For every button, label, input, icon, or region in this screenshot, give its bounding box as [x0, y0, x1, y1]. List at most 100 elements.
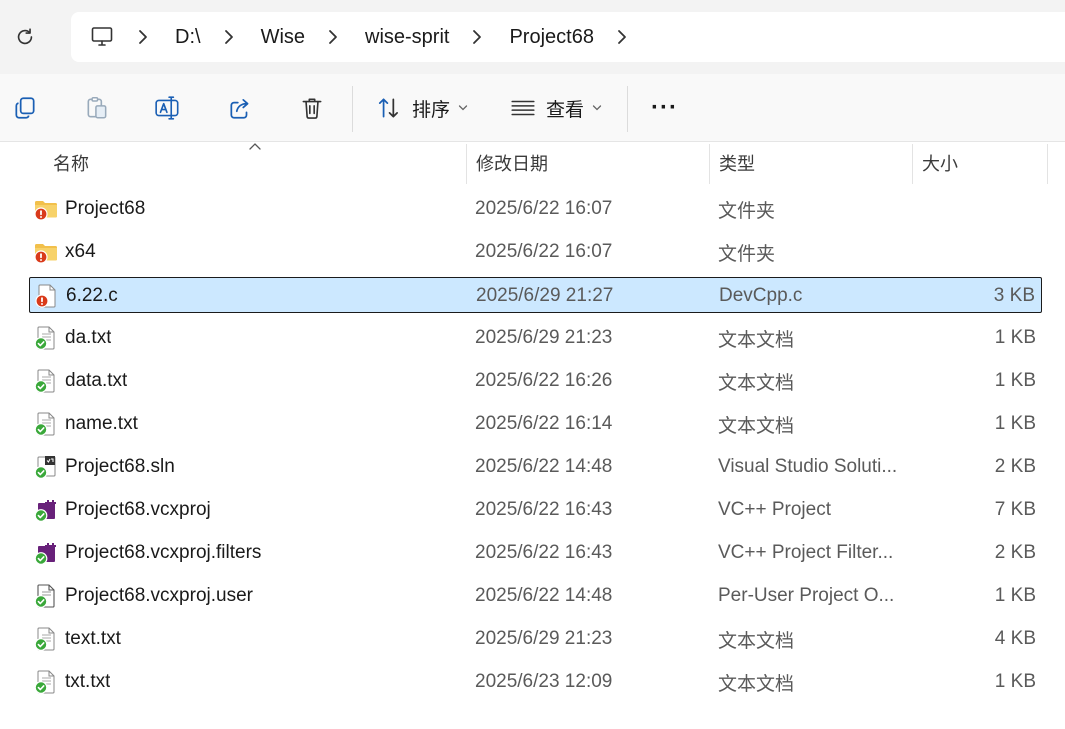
delete-button[interactable] — [299, 92, 325, 124]
file-modified-date: 2025/6/22 14:48 — [475, 456, 613, 477]
breadcrumb[interactable]: D:\ Wise wise-sprit Project68 — [71, 12, 1065, 62]
refresh-icon — [17, 28, 33, 45]
column-header-modified[interactable]: 修改日期 — [476, 142, 548, 184]
file-size: 2 KB — [994, 542, 1036, 563]
file-row[interactable]: name.txt 2025/6/22 16:14 文本文档 1 KB — [29, 406, 1042, 442]
folder-warning-icon — [33, 191, 59, 227]
file-name: Project68.vcxproj — [65, 499, 211, 520]
file-name: x64 — [65, 241, 96, 262]
file-size: 2 KB — [994, 456, 1036, 477]
file-size: 1 KB — [994, 327, 1036, 348]
column-divider[interactable] — [1047, 144, 1048, 184]
toolbar-divider — [352, 86, 353, 132]
file-row[interactable]: x64 2025/6/22 16:07 文件夹 — [29, 234, 1042, 270]
breadcrumb-chevron-icon[interactable] — [616, 29, 628, 45]
file-modified-date: 2025/6/22 16:14 — [475, 413, 613, 434]
file-type: DevCpp.c — [719, 285, 803, 306]
column-header-size[interactable]: 大小 — [922, 142, 958, 184]
file-type: VC++ Project Filter... — [718, 542, 894, 563]
file-type: Per-User Project O... — [718, 585, 895, 606]
file-row[interactable]: Project68.vcxproj 2025/6/22 16:43 VC++ Pro… — [29, 492, 1042, 528]
breadcrumb-drive-d[interactable]: D:\ — [175, 26, 201, 49]
file-list: 名称 修改日期 类型 大小 Project68 2025/6/22 16:07 文件… — [0, 142, 1065, 729]
file-name: Project68.sln — [65, 456, 175, 477]
column-divider[interactable] — [709, 144, 710, 184]
column-header-type[interactable]: 类型 — [719, 142, 755, 184]
more-icon: ··· — [651, 94, 678, 121]
column-divider[interactable] — [466, 144, 467, 184]
view-button[interactable]: 查看 — [510, 92, 602, 124]
refresh-button[interactable] — [10, 22, 40, 52]
file-row[interactable]: Project68.vcxproj.user 2025/6/22 14:48 Per… — [29, 578, 1042, 614]
copy-icon — [15, 97, 35, 119]
chevron-down-icon — [458, 104, 468, 112]
view-list-icon — [511, 100, 535, 116]
file-row[interactable]: txt.txt 2025/6/23 12:09 文本文档 1 KB — [29, 664, 1042, 700]
breadcrumb-chevron-icon[interactable] — [223, 29, 235, 45]
more-options-button[interactable]: ··· — [651, 92, 678, 124]
file-name: Project68.vcxproj.user — [65, 585, 253, 606]
breadcrumb-wise-sprit[interactable]: wise-sprit — [365, 26, 449, 49]
text-file-synced-icon — [33, 320, 59, 356]
this-pc-crumb[interactable] — [89, 24, 115, 50]
file-size: 3 KB — [993, 285, 1035, 306]
file-row[interactable]: text.txt 2025/6/29 21:23 文本文档 4 KB — [29, 621, 1042, 657]
file-type: 文件夹 — [718, 200, 776, 222]
file-row[interactable]: data.txt 2025/6/22 16:26 文本文档 1 KB — [29, 363, 1042, 399]
file-type: 文件夹 — [718, 243, 776, 265]
sort-ascending-icon — [249, 143, 261, 150]
file-size: 1 KB — [994, 413, 1036, 434]
file-name: name.txt — [65, 413, 138, 434]
view-label: 查看 — [546, 99, 585, 121]
sort-label: 排序 — [412, 99, 451, 121]
file-row[interactable]: Project68.sln 2025/6/22 14:48 Visual Studi… — [29, 449, 1042, 485]
sort-icon — [378, 98, 398, 118]
file-size: 1 KB — [994, 671, 1036, 692]
text-file-synced-icon — [33, 363, 59, 399]
file-modified-date: 2025/6/22 16:07 — [475, 198, 613, 219]
share-button[interactable] — [227, 92, 253, 124]
file-modified-date: 2025/6/22 16:07 — [475, 241, 613, 262]
text-file-synced-icon — [33, 621, 59, 657]
vcxproj-file-synced-icon — [33, 535, 59, 571]
file-name: txt.txt — [65, 671, 111, 692]
vcxproj-file-synced-icon — [33, 492, 59, 528]
text-file-synced-icon — [33, 406, 59, 442]
text-file-synced-icon — [33, 664, 59, 700]
file-size: 7 KB — [994, 499, 1036, 520]
computer-icon — [91, 27, 113, 46]
sort-button[interactable]: 排序 — [376, 92, 468, 124]
column-header-name[interactable]: 名称 — [53, 142, 89, 184]
command-toolbar: 排序 查看 ··· — [0, 74, 1065, 142]
rename-button[interactable] — [154, 92, 182, 124]
file-row[interactable]: Project68.vcxproj.filters 2025/6/22 16:43… — [29, 535, 1042, 571]
file-row[interactable]: 6.22.c 2025/6/29 21:27 DevCpp.c 3 KB — [29, 277, 1042, 313]
file-modified-date: 2025/6/22 14:48 — [475, 585, 613, 606]
file-type: Visual Studio Soluti... — [718, 456, 898, 477]
breadcrumb-chevron-icon[interactable] — [327, 29, 339, 45]
file-type: 文本文档 — [718, 673, 795, 695]
file-name: data.txt — [65, 370, 128, 391]
file-modified-date: 2025/6/29 21:23 — [475, 327, 613, 348]
file-row[interactable]: Project68 2025/6/22 16:07 文件夹 — [29, 191, 1042, 227]
sln-file-synced-icon — [33, 449, 59, 485]
copy-button[interactable] — [12, 92, 38, 124]
user-file-synced-icon — [33, 578, 59, 614]
file-type: 文本文档 — [718, 372, 795, 394]
rename-icon — [155, 96, 179, 120]
file-size: 1 KB — [994, 585, 1036, 606]
file-name: 6.22.c — [66, 285, 118, 306]
file-modified-date: 2025/6/22 16:43 — [475, 542, 613, 563]
column-divider[interactable] — [912, 144, 913, 184]
file-name: da.txt — [65, 327, 112, 348]
share-icon — [230, 99, 249, 119]
chevron-down-icon — [592, 104, 602, 112]
breadcrumb-project68[interactable]: Project68 — [509, 26, 594, 49]
breadcrumb-chevron-icon[interactable] — [471, 29, 483, 45]
breadcrumb-wise[interactable]: Wise — [261, 26, 305, 49]
address-bar-row: D:\ Wise wise-sprit Project68 — [0, 0, 1065, 74]
breadcrumb-chevron-icon[interactable] — [137, 29, 149, 45]
paste-button[interactable] — [84, 92, 110, 124]
file-row[interactable]: da.txt 2025/6/29 21:23 文本文档 1 KB — [29, 320, 1042, 356]
file-modified-date: 2025/6/29 21:23 — [475, 628, 613, 649]
